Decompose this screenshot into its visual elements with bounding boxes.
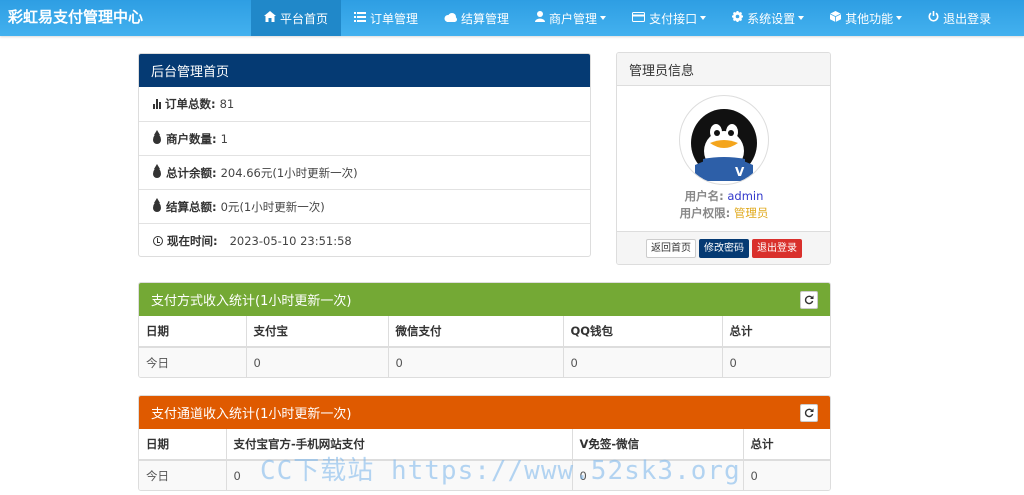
nav-logout[interactable]: 退出登录	[915, 0, 1004, 36]
credit-card-icon	[632, 11, 646, 25]
total-balance-value: 204.66元	[220, 165, 273, 180]
nav-settlement[interactable]: 结算管理	[431, 0, 522, 36]
cube-icon	[829, 11, 842, 25]
order-count-label: 订单总数:	[165, 97, 216, 111]
col-qqwallet: QQ钱包	[563, 316, 723, 348]
channel-stats-header: 支付通道收入统计(1小时更新一次)	[139, 396, 830, 429]
nav-home[interactable]: 平台首页	[251, 0, 342, 36]
payment-method-stats-table: 日期 支付宝 微信支付 QQ钱包 总计 今日 0 0 0 0	[139, 316, 830, 377]
back-home-button[interactable]: 返回首页	[646, 238, 696, 258]
nav-orders-label: 订单管理	[370, 11, 419, 26]
nav-home-label: 平台首页	[280, 11, 329, 26]
tint-icon	[153, 163, 161, 178]
nav-system-settings[interactable]: 系统设置	[719, 0, 817, 36]
tint-icon	[153, 197, 161, 212]
refresh-icon	[804, 408, 814, 418]
nav-merchants[interactable]: 商户管理	[522, 0, 619, 36]
channel-stats-title: 支付通道收入统计(1小时更新一次)	[151, 407, 352, 422]
col-total: 总计	[722, 316, 830, 348]
user-icon	[535, 11, 546, 25]
penguin-avatar-image: V	[683, 99, 765, 181]
username-line: 用户名: admin	[617, 188, 830, 204]
refresh-button[interactable]	[800, 404, 818, 422]
current-time-label: 现在时间:	[167, 233, 218, 248]
admin-panel-title: 管理员信息	[617, 53, 830, 86]
chevron-down-icon	[798, 16, 805, 20]
nav-system-settings-label: 系统设置	[747, 11, 796, 26]
col-total: 总计	[743, 429, 830, 461]
settlement-total-label: 结算总额:	[166, 199, 217, 214]
col-date: 日期	[139, 429, 227, 461]
top-navbar: 彩虹易支付管理中心 平台首页 订单管理 结算管理 商户管理 支付接口 系统设置 …	[0, 0, 1024, 36]
order-count-row: 订单总数: 81	[139, 87, 590, 121]
order-count-value: 81	[219, 97, 235, 111]
table-row: 今日 0 0 0 0	[139, 347, 830, 377]
nav-logout-label: 退出登录	[943, 11, 992, 26]
svg-text:V: V	[735, 165, 745, 179]
refresh-button[interactable]	[800, 291, 818, 309]
col-wechat: 微信支付	[388, 316, 564, 348]
main-nav: 平台首页 订单管理 结算管理 商户管理 支付接口 系统设置 其他功能 退出登录	[251, 0, 1004, 36]
cell-alipay: 0	[246, 347, 389, 377]
merchant-count-label: 商户数量:	[166, 131, 217, 146]
cell-date: 今日	[139, 347, 247, 377]
watermark: CC下载站 https://www.52sk3.org	[260, 456, 741, 486]
table-header-row: 日期 支付宝 微信支付 QQ钱包 总计	[139, 316, 830, 348]
chevron-down-icon	[600, 16, 607, 20]
overview-panel: 后台管理首页 订单总数: 81 商户数量: 1 总计余额: 204.66元 (1…	[138, 53, 591, 257]
cell-total: 0	[743, 460, 830, 490]
username-value: admin	[727, 189, 764, 203]
merchant-count-row: 商户数量: 1	[139, 121, 590, 155]
username-label: 用户名:	[684, 189, 724, 203]
payment-method-stats-panel: 支付方式收入统计(1小时更新一次) 日期 支付宝 微信支付 QQ钱包 总计 今日…	[138, 282, 831, 378]
clock-icon	[153, 235, 163, 246]
col-date: 日期	[139, 316, 247, 348]
role-line: 用户权限: 管理员	[617, 205, 830, 221]
current-time-row: 现在时间: 2023-05-10 23:51:58	[139, 223, 590, 256]
admin-panel: 管理员信息 V 用户名: admin 用户权限: 管理员 返回首页 修改密码 退…	[616, 52, 831, 265]
nav-orders[interactable]: 订单管理	[341, 0, 431, 36]
total-balance-note: (1小时更新一次)	[272, 165, 358, 180]
tint-icon	[153, 129, 161, 144]
avatar: V	[679, 95, 769, 185]
change-password-button[interactable]: 修改密码	[699, 238, 749, 258]
payment-method-stats-header: 支付方式收入统计(1小时更新一次)	[139, 283, 830, 316]
chevron-down-icon	[700, 16, 707, 20]
nav-payment-interface-label: 支付接口	[649, 11, 698, 26]
cell-qqwallet: 0	[563, 347, 723, 377]
power-icon	[928, 11, 939, 25]
overview-panel-title: 后台管理首页	[139, 54, 590, 87]
nav-merchants-label: 商户管理	[549, 11, 598, 26]
settlement-total-row: 结算总额: 0元 (1小时更新一次)	[139, 189, 590, 223]
col-alipay: 支付宝	[246, 316, 389, 348]
total-balance-label: 总计余额:	[166, 165, 217, 180]
chevron-down-icon	[896, 16, 903, 20]
refresh-icon	[804, 295, 814, 305]
settlement-total-note: (1小时更新一次)	[239, 199, 325, 214]
merchant-count-value: 1	[220, 131, 228, 146]
settlement-total-value: 0元	[220, 199, 240, 214]
role-label: 用户权限:	[679, 206, 731, 220]
brand-title[interactable]: 彩虹易支付管理中心	[8, 6, 143, 27]
total-balance-row: 总计余额: 204.66元 (1小时更新一次)	[139, 155, 590, 189]
bar-chart-icon	[153, 99, 161, 109]
gear-icon	[732, 11, 744, 25]
cell-date: 今日	[139, 460, 227, 490]
cloud-icon	[444, 12, 458, 25]
cell-total: 0	[722, 347, 830, 377]
current-time-value: 2023-05-10 23:51:58	[229, 233, 352, 248]
admin-actions: 返回首页 修改密码 退出登录	[617, 231, 830, 264]
nav-other-functions[interactable]: 其他功能	[817, 0, 915, 36]
payment-method-stats-title: 支付方式收入统计(1小时更新一次)	[151, 294, 352, 309]
role-value: 管理员	[733, 206, 769, 220]
home-icon	[264, 11, 276, 25]
cell-wechat: 0	[388, 347, 564, 377]
nav-settlement-label: 结算管理	[461, 11, 510, 26]
logout-button[interactable]: 退出登录	[752, 238, 802, 258]
nav-other-functions-label: 其他功能	[845, 11, 894, 26]
overview-list: 订单总数: 81 商户数量: 1 总计余额: 204.66元 (1小时更新一次)…	[139, 87, 590, 256]
list-icon	[354, 11, 367, 25]
nav-payment-interface[interactable]: 支付接口	[619, 0, 719, 36]
